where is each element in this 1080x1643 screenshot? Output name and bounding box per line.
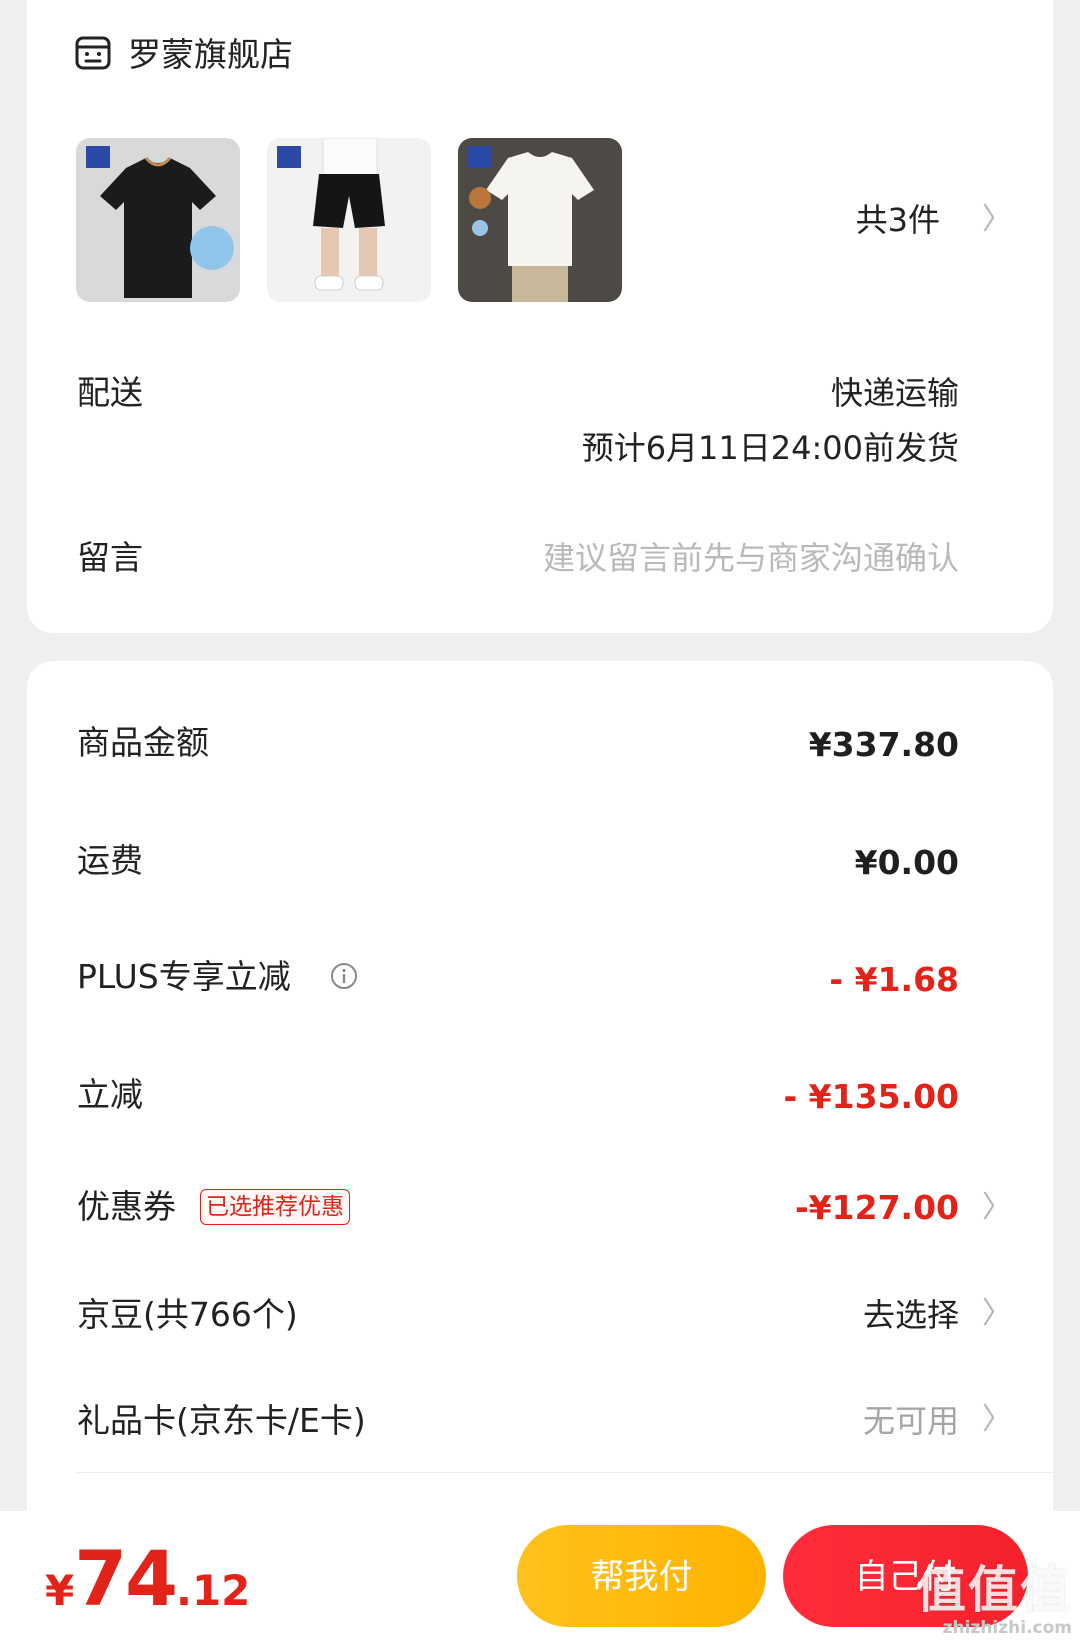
instant-discount-value: - ¥135.00 <box>783 1077 960 1116</box>
product-thumbnail-black-shorts[interactable] <box>267 138 431 302</box>
message-input[interactable]: 建议留言前先与商家沟通确认 <box>543 533 959 583</box>
watermark-url: zhizhizhi.com <box>942 1618 1072 1638</box>
delivery-label: 配送 <box>77 373 143 412</box>
jd-beans-label: 京豆(共766个) <box>77 1295 298 1334</box>
delivery-method[interactable]: 快递运输 <box>831 368 959 418</box>
watermark-logo: 值值值 <box>916 1561 1072 1619</box>
help-pay-button[interactable]: 帮我付 <box>517 1525 766 1627</box>
divider <box>77 1472 1053 1473</box>
store-name[interactable]: 罗蒙旗舰店 <box>128 30 293 80</box>
coupon-badge: 已选推荐优惠 <box>200 1189 350 1225</box>
jd-beans-value[interactable]: 去选择 <box>863 1290 959 1340</box>
total-integer: 74 <box>74 1534 178 1623</box>
item-count[interactable]: 共3件 <box>856 198 940 242</box>
gift-card-label: 礼品卡(京东卡/E卡) <box>77 1401 366 1440</box>
plus-discount-value: - ¥1.68 <box>829 960 959 999</box>
gift-card-value[interactable]: 无可用 <box>863 1396 959 1446</box>
store-icon <box>75 36 111 70</box>
total-decimal: .12 <box>176 1566 251 1615</box>
plus-discount-label: PLUS专享立减 <box>77 957 291 996</box>
goods-amount-label: 商品金额 <box>77 723 209 762</box>
product-thumbnail-white-tshirt[interactable] <box>458 138 622 302</box>
delivery-eta: 预计6月11日24:00前发货 <box>581 429 959 467</box>
chevron-right-icon[interactable]: 〉 <box>982 198 1012 242</box>
instant-discount-label: 立减 <box>77 1075 143 1114</box>
product-thumbnail-black-polo[interactable] <box>76 138 240 302</box>
total-price: ¥74.12 <box>45 1534 250 1623</box>
watermark: 值值值 zhizhizhi.com <box>916 1562 1072 1638</box>
chevron-right-icon[interactable]: 〉 <box>982 1398 1012 1442</box>
chevron-right-icon[interactable]: 〉 <box>982 1186 1012 1230</box>
total-currency: ¥ <box>45 1566 75 1615</box>
goods-amount-value: ¥337.80 <box>808 725 959 764</box>
message-label: 留言 <box>77 538 143 577</box>
coupon-value[interactable]: -¥127.00 <box>795 1183 959 1233</box>
info-icon[interactable] <box>330 962 358 990</box>
chevron-right-icon[interactable]: 〉 <box>982 1292 1012 1336</box>
coupon-label: 优惠券 <box>77 1187 176 1226</box>
shipping-fee-label: 运费 <box>77 841 143 880</box>
shipping-fee-value: ¥0.00 <box>854 843 959 882</box>
